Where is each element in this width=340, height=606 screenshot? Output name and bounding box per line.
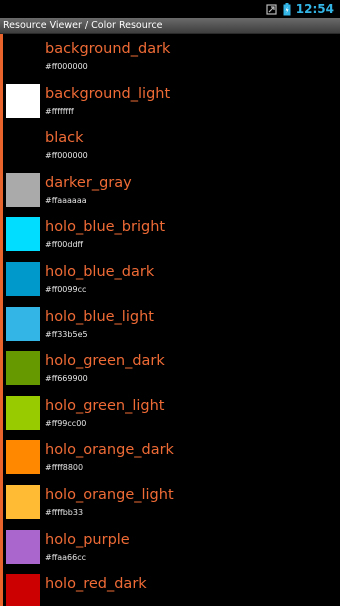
color-swatch	[6, 128, 40, 163]
color-hex-value: #ff000000	[45, 62, 88, 71]
color-swatch	[6, 261, 40, 296]
list-item[interactable]: background_dark #ff000000	[0, 34, 340, 79]
color-name: background_light	[45, 85, 171, 102]
status-bar: 12:54	[0, 0, 340, 18]
color-hex-value: #ff99cc00	[45, 418, 87, 428]
color-swatch	[6, 484, 40, 519]
color-name: holo_blue_dark	[45, 263, 155, 280]
color-name: holo_orange_light	[45, 486, 174, 503]
list-item[interactable]: holo_blue_dark #ff0099cc	[0, 257, 340, 302]
color-swatch	[6, 440, 40, 475]
color-swatch	[6, 529, 40, 564]
list-item[interactable]: holo_green_dark #ff669900	[0, 346, 340, 391]
color-swatch	[6, 306, 40, 341]
color-hex-value: #ff669900	[45, 374, 88, 384]
color-swatch	[6, 351, 40, 386]
color-hex-value: #ffffffff	[45, 106, 74, 116]
list-item[interactable]: holo_orange_dark #ffff8800	[0, 435, 340, 480]
color-swatch	[6, 39, 40, 73]
list-item[interactable]: holo_blue_light #ff33b5e5	[0, 302, 340, 347]
list-item[interactable]: holo_blue_bright #ff00ddff	[0, 212, 340, 257]
color-hex-value: #ffaa66cc	[45, 552, 86, 562]
color-swatch	[6, 172, 40, 207]
list-item[interactable]: holo_orange_light #ffffbb33	[0, 480, 340, 525]
color-name: black	[45, 130, 84, 147]
color-hex-value: #ffffbb33	[45, 507, 84, 517]
color-hex-value: #ff00ddff	[45, 240, 84, 250]
color-name: holo_green_dark	[45, 353, 165, 370]
clock: 12:54	[295, 2, 334, 16]
color-resource-list[interactable]: background_dark #ff000000 background_light…	[0, 34, 340, 606]
color-name: holo_blue_light	[45, 308, 154, 325]
color-name: holo_green_light	[45, 397, 165, 414]
battery-icon	[283, 2, 291, 15]
list-item[interactable]: black #ff000000	[0, 123, 340, 168]
color-name: background_dark	[45, 41, 171, 57]
color-hex-value: #ff0099cc	[45, 284, 87, 294]
color-swatch	[6, 217, 40, 252]
status-icons: 12:54	[266, 0, 334, 18]
color-name: holo_purple	[45, 531, 130, 548]
color-swatch	[6, 395, 40, 430]
color-hex-value: #ff33b5e5	[45, 329, 88, 339]
page-title: Resource Viewer / Color Resource	[3, 20, 163, 31]
color-hex-value: #ff000000	[45, 151, 88, 161]
usb-debug-icon	[266, 4, 277, 15]
color-hex-value: #ffaaaaaa	[45, 195, 87, 205]
list-item[interactable]: darker_gray #ffaaaaaa	[0, 168, 340, 213]
list-item[interactable]: holo_green_light #ff99cc00	[0, 391, 340, 436]
color-swatch	[6, 574, 40, 606]
color-name: holo_blue_bright	[45, 219, 166, 236]
title-bar: Resource Viewer / Color Resource	[0, 18, 340, 34]
color-name: holo_orange_dark	[45, 442, 174, 459]
color-hex-value: #ffff8800	[45, 463, 84, 473]
color-swatch	[6, 83, 40, 118]
color-name: holo_red_dark	[45, 576, 147, 593]
list-item[interactable]: holo_purple #ffaa66cc	[0, 525, 340, 570]
color-name: darker_gray	[45, 174, 132, 191]
list-item[interactable]: holo_red_dark	[0, 569, 340, 606]
list-item[interactable]: background_light #ffffffff	[0, 79, 340, 124]
